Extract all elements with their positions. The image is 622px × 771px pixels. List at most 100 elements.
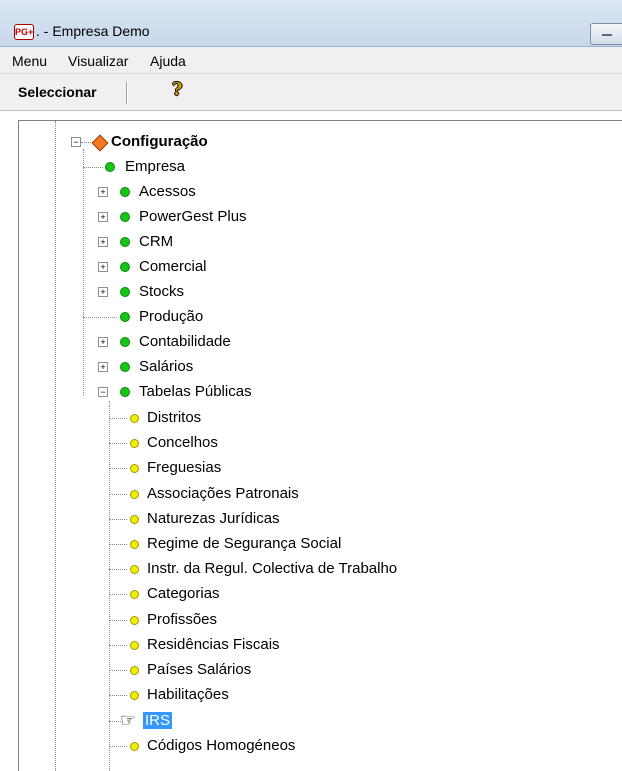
- tree-node-label: Naturezas Jurídicas: [147, 510, 280, 527]
- yellow-bullet-icon: [130, 515, 139, 524]
- yellow-bullet-icon: [130, 414, 139, 423]
- minimize-icon: [602, 34, 612, 36]
- title-bar: PG+ . - Empresa Demo: [0, 0, 622, 47]
- tree-node-label: Residências Fiscais: [147, 636, 280, 653]
- tree-connector: [83, 317, 117, 318]
- tree-node-label: Instr. da Regul. Colectiva de Trabalho: [147, 560, 398, 577]
- yellow-bullet-icon: [130, 590, 139, 599]
- tree-node-label: Stocks: [139, 283, 185, 300]
- expand-icon[interactable]: +: [98, 212, 108, 222]
- tree-node-comercial[interactable]: + Comercial: [19, 256, 609, 278]
- yellow-bullet-icon: [130, 641, 139, 650]
- green-bullet-icon: [120, 312, 130, 322]
- tree-connector: [109, 468, 127, 469]
- tree-node-paises-salarios[interactable]: Países Salários: [19, 659, 609, 681]
- yellow-bullet-icon: [130, 666, 139, 675]
- tree-node-habilitacoes[interactable]: Habilitações: [19, 684, 609, 706]
- expand-icon[interactable]: +: [98, 187, 108, 197]
- tree-node-empresa[interactable]: Empresa: [19, 156, 609, 178]
- tree-node-acessos[interactable]: + Acessos: [19, 181, 609, 203]
- tree-node-codigos-homogeneos[interactable]: Códigos Homogéneos: [19, 735, 609, 757]
- tree-connector: [109, 695, 127, 696]
- tree-connector: [109, 670, 127, 671]
- tree-node-label: Habilitações: [147, 686, 229, 703]
- tree-connector: [81, 142, 91, 143]
- tree-node-label: Empresa: [125, 158, 186, 175]
- tree-node-powergest-plus[interactable]: + PowerGest Plus: [19, 206, 609, 228]
- expand-icon[interactable]: +: [98, 287, 108, 297]
- tree-node-label: Salários: [139, 358, 194, 375]
- orange-diamond-icon: [91, 134, 109, 152]
- expand-icon[interactable]: +: [98, 337, 108, 347]
- yellow-bullet-icon: [130, 691, 139, 700]
- green-bullet-icon: [120, 387, 130, 397]
- tree-node-concelhos[interactable]: Concelhos: [19, 432, 609, 454]
- tree-node-instr-regul-colectiva[interactable]: Instr. da Regul. Colectiva de Trabalho: [19, 558, 609, 580]
- select-button[interactable]: Seleccionar: [18, 84, 97, 100]
- toolbar: Seleccionar ?: [0, 74, 622, 111]
- tree-node-naturezas-juridicas[interactable]: Naturezas Jurídicas: [19, 508, 609, 530]
- menu-bar: Menu Visualizar Ajuda: [0, 47, 622, 74]
- tree-node-label-selected: IRS: [143, 712, 173, 729]
- yellow-bullet-icon: [130, 439, 139, 448]
- tree-node-label: Comercial: [139, 258, 207, 275]
- tree-connector: [109, 569, 127, 570]
- tree-node-label: Categorias: [147, 585, 220, 602]
- tree-node-associacoes-patronais[interactable]: Associações Patronais: [19, 483, 609, 505]
- tree-node-salarios[interactable]: + Salários: [19, 356, 609, 378]
- tree-node-label: Códigos Homogéneos: [147, 737, 296, 754]
- yellow-bullet-icon: [130, 565, 139, 574]
- expand-icon[interactable]: +: [98, 262, 108, 272]
- help-icon[interactable]: ?: [172, 79, 183, 100]
- menu-item-menu[interactable]: Menu: [12, 53, 47, 69]
- tree-connector: [109, 645, 127, 646]
- tree-node-stocks[interactable]: + Stocks: [19, 281, 609, 303]
- yellow-bullet-icon: [130, 540, 139, 549]
- tree-node-label: Associações Patronais: [147, 485, 299, 502]
- yellow-bullet-icon: [130, 464, 139, 473]
- tree-node-label: Tabelas Públicas: [139, 383, 252, 400]
- tree-node-label: Profissões: [147, 611, 218, 628]
- window-title: . - Empresa Demo: [36, 23, 150, 39]
- expand-icon[interactable]: +: [98, 362, 108, 372]
- tree-node-label: Contabilidade: [139, 333, 231, 350]
- tree-node-label: Países Salários: [147, 661, 252, 678]
- minimize-button[interactable]: [590, 23, 622, 45]
- tree-node-producao[interactable]: Produção: [19, 306, 609, 328]
- expand-icon[interactable]: +: [98, 237, 108, 247]
- tree-connector: [109, 746, 127, 747]
- green-bullet-icon: [120, 362, 130, 372]
- collapse-icon[interactable]: −: [71, 137, 81, 147]
- tree-node-label: Regime de Segurança Social: [147, 535, 342, 552]
- tree-node-label: CRM: [139, 233, 174, 250]
- green-bullet-icon: [120, 262, 130, 272]
- configuration-tree: − Configuração Empresa + Acessos + Power…: [18, 120, 622, 771]
- yellow-bullet-icon: [130, 490, 139, 499]
- tree-node-tabelas-publicas[interactable]: − Tabelas Públicas: [19, 381, 609, 403]
- tree-node-label: PowerGest Plus: [139, 208, 247, 225]
- yellow-bullet-icon: [130, 742, 139, 751]
- tree-node-regime-seguranca-social[interactable]: Regime de Segurança Social: [19, 533, 609, 555]
- tree-node-label: Freguesias: [147, 459, 222, 476]
- tree-node-freguesias[interactable]: Freguesias: [19, 457, 609, 479]
- tree-node-label: Produção: [139, 308, 204, 325]
- tree-node-irs[interactable]: ☞ IRS: [19, 710, 609, 732]
- tree-node-contabilidade[interactable]: + Contabilidade: [19, 331, 609, 353]
- tree-node-categorias[interactable]: Categorias: [19, 583, 609, 605]
- menu-item-ajuda[interactable]: Ajuda: [150, 53, 186, 69]
- tree-connector: [109, 594, 127, 595]
- tree-node-distritos[interactable]: Distritos: [19, 407, 609, 429]
- collapse-icon[interactable]: −: [98, 387, 108, 397]
- tree-node-label: Distritos: [147, 409, 202, 426]
- tree-connector: [109, 544, 127, 545]
- tree-connector: [109, 519, 127, 520]
- tree-node-residencias-fiscais[interactable]: Residências Fiscais: [19, 634, 609, 656]
- menu-item-visualizar[interactable]: Visualizar: [68, 53, 128, 69]
- green-bullet-icon: [120, 187, 130, 197]
- tree-connector: [109, 620, 127, 621]
- tree-node-profissoes[interactable]: Profissões: [19, 609, 609, 631]
- tree-node-crm[interactable]: + CRM: [19, 231, 609, 253]
- tree-node-configuracao[interactable]: − Configuração: [19, 131, 609, 153]
- tree-connector: [109, 418, 127, 419]
- green-bullet-icon: [120, 337, 130, 347]
